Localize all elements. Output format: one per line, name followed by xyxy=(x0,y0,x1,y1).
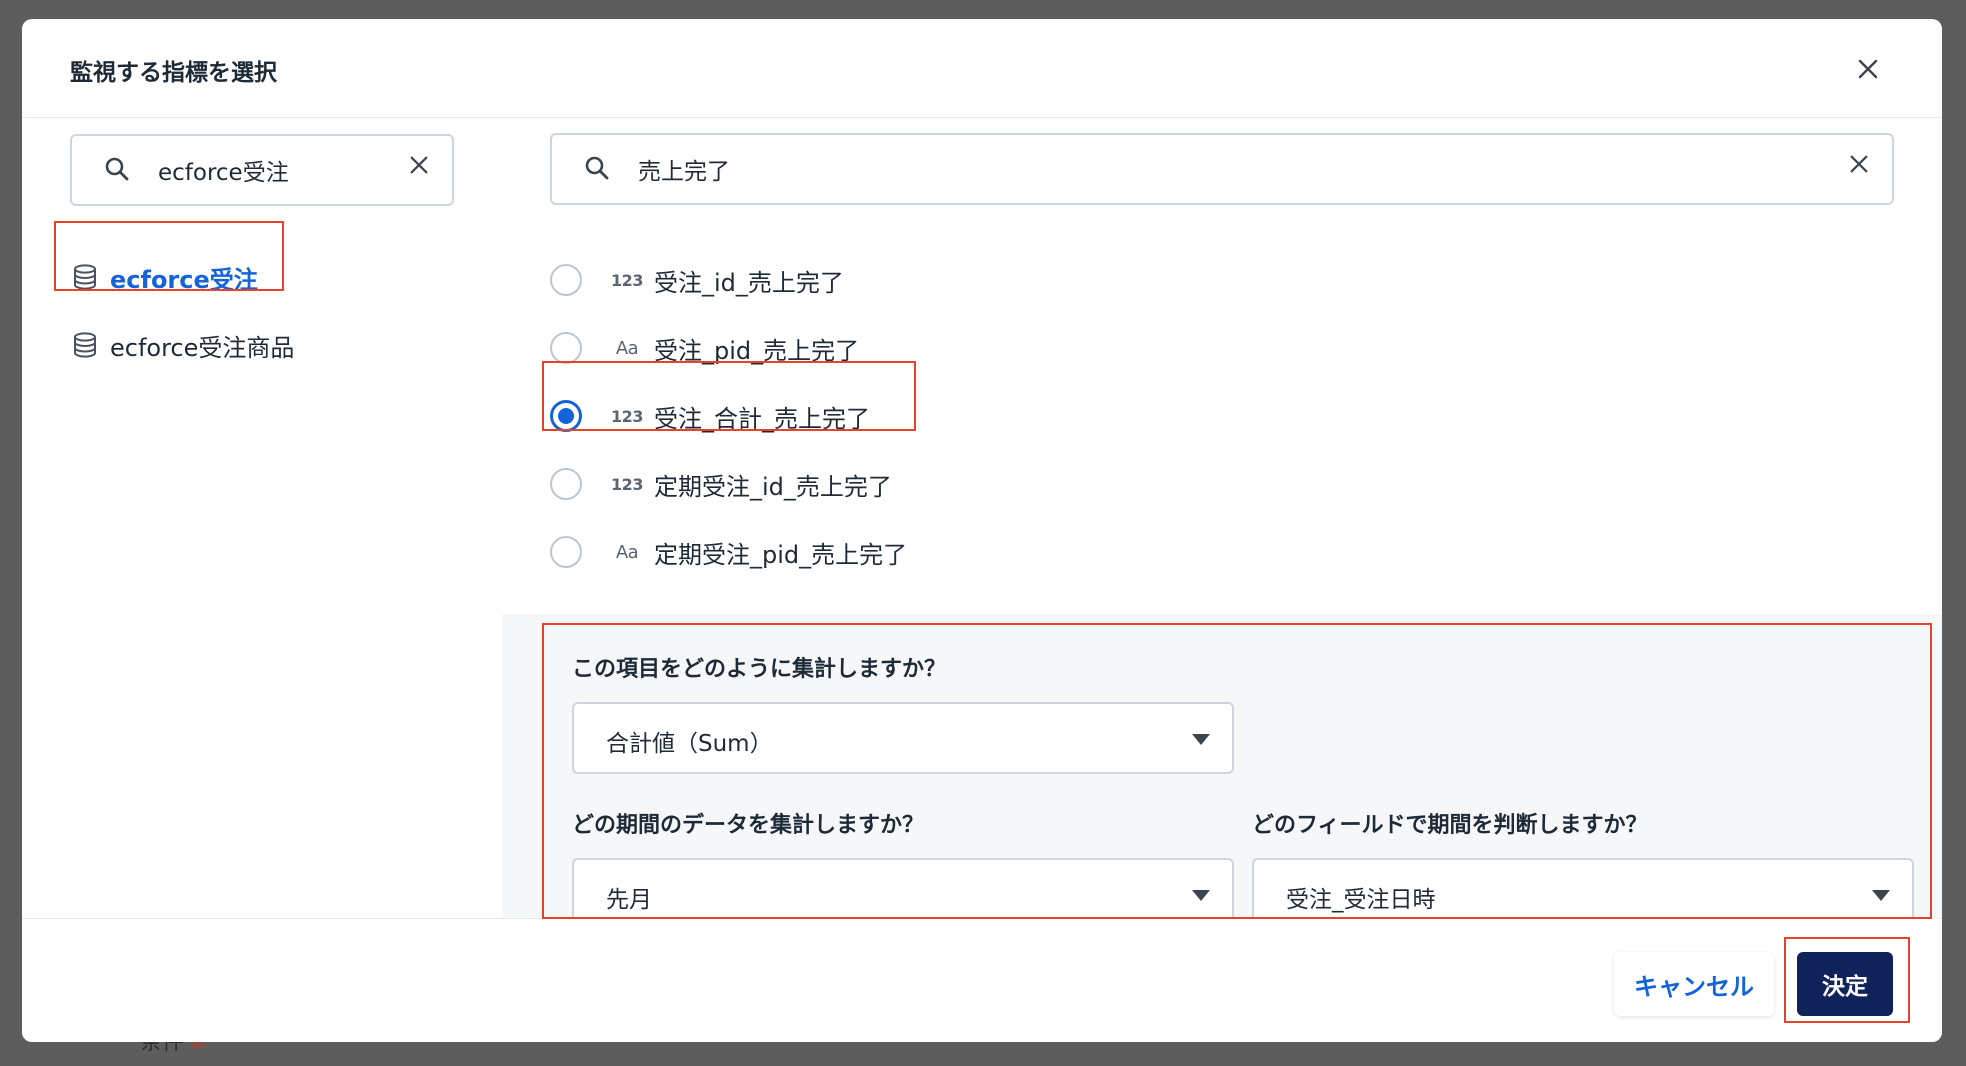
caret-down-icon xyxy=(1192,890,1210,901)
field-option[interactable]: 123 定期受注_id_売上完了 xyxy=(550,456,892,512)
modal-footer: キャンセル 決定 xyxy=(22,918,1942,1042)
confirm-button[interactable]: 決定 xyxy=(1797,952,1893,1016)
clear-search-icon[interactable] xyxy=(408,154,430,176)
field-option[interactable]: Aa 受注_pid_売上完了 xyxy=(550,320,859,376)
number-type-icon: 123 xyxy=(611,406,643,426)
table-panel: ecforce受注 ecforce受注商品 xyxy=(22,118,502,918)
aggregation-select[interactable]: 合計値（Sum） xyxy=(572,702,1234,774)
aggregation-question: この項目をどのように集計しますか？ xyxy=(572,657,947,682)
field-name: 受注_pid_売上完了 xyxy=(654,336,860,365)
close-icon xyxy=(1858,59,1878,79)
table-search-input[interactable] xyxy=(158,154,388,186)
table-search-box xyxy=(70,134,454,206)
field-list: 123 受注_id_売上完了 Aa 受注_pid_売上完了 123 受注_合計_… xyxy=(502,118,1942,614)
table-item-ecforce-order-product[interactable]: ecforce受注商品 xyxy=(72,317,294,373)
table-item-label: ecforce受注商品 xyxy=(110,333,295,362)
field-radio[interactable] xyxy=(550,536,582,568)
field-name: 定期受注_id_売上完了 xyxy=(654,472,892,501)
modal-header: 監視する指標を選択 xyxy=(22,19,1942,118)
field-name: 受注_id_売上完了 xyxy=(654,268,844,297)
field-name: 定期受注_pid_売上完了 xyxy=(654,540,908,569)
field-option[interactable]: Aa 定期受注_pid_売上完了 xyxy=(550,524,907,580)
clear-search-icon[interactable] xyxy=(1848,153,1870,175)
field-option-selected[interactable]: 123 受注_合計_売上完了 xyxy=(550,388,870,444)
close-button[interactable] xyxy=(1848,49,1888,89)
period-field-question: どのフィールドで期間を判断しますか？ xyxy=(1252,813,1648,838)
aggregation-value: 合計値（Sum） xyxy=(606,731,773,757)
field-search-input[interactable] xyxy=(638,153,1788,185)
search-icon xyxy=(105,157,129,181)
period-value: 先月 xyxy=(606,887,652,913)
cancel-button[interactable]: キャンセル xyxy=(1614,952,1774,1016)
modal-title: 監視する指標を選択 xyxy=(70,60,277,86)
number-type-icon: 123 xyxy=(611,474,643,494)
table-item-ecforce-order[interactable]: ecforce受注 xyxy=(72,249,258,305)
text-type-icon: Aa xyxy=(615,541,639,563)
field-option[interactable]: 123 受注_id_売上完了 xyxy=(550,252,844,308)
field-radio[interactable] xyxy=(550,264,582,296)
period-question: どの期間のデータを集計しますか？ xyxy=(572,813,925,838)
search-icon xyxy=(585,156,609,180)
number-type-icon: 123 xyxy=(611,270,643,290)
field-radio[interactable] xyxy=(550,332,582,364)
field-radio-checked[interactable] xyxy=(550,400,582,432)
period-field-value: 受注_受注日時 xyxy=(1286,887,1436,913)
caret-down-icon xyxy=(1872,890,1890,901)
database-icon xyxy=(74,264,96,290)
database-icon xyxy=(74,332,96,358)
field-name: 受注_合計_売上完了 xyxy=(654,404,870,433)
caret-down-icon xyxy=(1192,734,1210,745)
field-panel: 123 受注_id_売上完了 Aa 受注_pid_売上完了 123 受注_合計_… xyxy=(502,118,1942,930)
text-type-icon: Aa xyxy=(615,337,639,359)
field-radio[interactable] xyxy=(550,468,582,500)
field-search-box xyxy=(550,133,1894,205)
metric-select-modal: 監視する指標を選択 ecforce受注 ecforce受注 ecforce受注商… xyxy=(22,19,1942,1042)
table-item-label: ecforce受注 xyxy=(110,265,258,294)
